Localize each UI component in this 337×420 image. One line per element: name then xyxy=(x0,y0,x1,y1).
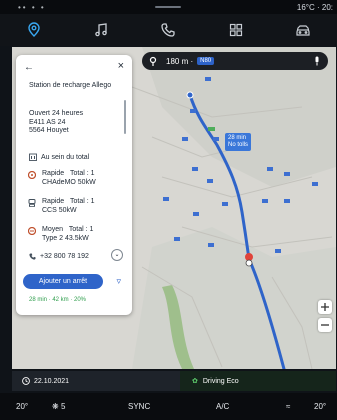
ac-button[interactable]: A/C xyxy=(216,402,229,411)
phone-row[interactable]: +32 800 78 192 xyxy=(29,253,89,260)
plug-row: Rapide Total : 1 CCS 50kW xyxy=(28,198,95,215)
date-widget[interactable]: 22.10.2021 xyxy=(12,371,180,391)
phone-icon xyxy=(161,23,176,37)
plug-speed: Rapide xyxy=(42,170,65,177)
apps-grid-icon xyxy=(229,23,242,37)
back-arrow-icon[interactable]: ← xyxy=(24,62,34,73)
nav-tab-apps[interactable] xyxy=(202,14,269,46)
status-bar: •• • • 16°C · 20: xyxy=(0,0,337,14)
zoom-in-button[interactable] xyxy=(318,300,332,314)
left-temperature[interactable]: 20° xyxy=(16,402,28,411)
eco-mode-label: Driving Eco xyxy=(202,377,239,385)
plus-icon xyxy=(321,303,329,311)
plug-total: Total : 1 xyxy=(68,226,94,233)
zoom-out-button[interactable] xyxy=(318,318,332,332)
plug-row: Moyen Total : 1 Type 2 43.5kW xyxy=(28,226,93,243)
phone-number: +32 800 78 192 xyxy=(40,253,89,260)
route-duration: 28 min xyxy=(228,135,247,141)
fan-control[interactable]: ❋ 5 xyxy=(52,402,65,411)
notification-handle[interactable] xyxy=(155,6,181,8)
plug-total: Total : 1 xyxy=(70,198,95,205)
route-note: No tolls xyxy=(228,142,249,148)
fan-icon: ❋ xyxy=(52,402,59,411)
road-badge: N80 xyxy=(197,57,215,65)
fan-speed: 5 xyxy=(60,402,66,411)
chevron-down-icon[interactable]: ⌄ xyxy=(111,249,123,261)
nav-tab-music[interactable] xyxy=(67,14,134,46)
chademo-plug-icon xyxy=(28,171,36,179)
plug-type: CCS 50kW xyxy=(42,206,77,214)
next-maneuver-distance: 180 m · xyxy=(166,56,194,66)
music-note-icon xyxy=(95,23,107,37)
right-temperature[interactable]: 20° xyxy=(314,402,326,411)
plug-speed: Moyen xyxy=(42,226,64,233)
leaf-icon: ✿ xyxy=(192,378,198,385)
amenity-row: Au sein du total xyxy=(29,153,89,161)
phone-icon xyxy=(29,253,36,260)
climate-bar: 20° ❋ 5 SYNC A/C ≈ 20° xyxy=(0,393,337,420)
minus-icon xyxy=(321,324,329,326)
sync-button[interactable]: SYNC xyxy=(128,402,150,411)
nav-tab-phone[interactable] xyxy=(135,14,202,46)
amenity-label: Au sein du total xyxy=(41,153,90,161)
plug-type: Type 2 43.5kW xyxy=(42,234,89,242)
car-icon xyxy=(296,25,310,36)
building-icon xyxy=(29,153,37,161)
street: E411 AS 24 xyxy=(29,118,66,126)
add-stop-button[interactable]: Ajouter un arrêt xyxy=(23,274,103,289)
ccs-plug-icon xyxy=(28,199,36,207)
clock-icon xyxy=(22,377,30,385)
top-navigation xyxy=(0,14,337,46)
station-address: Ouvert 24 heures E411 AS 24 5564 Houyet xyxy=(29,110,83,136)
plug-total: Total : 1 xyxy=(70,170,95,177)
guidance-bar[interactable]: 180 m · N80 xyxy=(142,52,328,70)
type2-plug-icon xyxy=(28,227,36,235)
card-scrollbar[interactable] xyxy=(124,100,126,134)
infotainment-screen: •• • • 16°C · 20: 180 m · N80 28 min No … xyxy=(0,0,337,420)
city: 5564 Houyet xyxy=(29,127,69,134)
info-bar: 22.10.2021 ✿ Driving Eco xyxy=(12,371,336,391)
route-info-label[interactable]: 28 min No tolls xyxy=(225,133,252,151)
location-pin-icon xyxy=(27,22,40,37)
status-indicators: •• • • xyxy=(18,3,46,12)
microphone-icon[interactable] xyxy=(313,56,321,66)
plug-speed: Rapide xyxy=(42,198,65,205)
opening-hours: Ouvert 24 heures xyxy=(29,110,84,117)
route-pin-icon xyxy=(149,56,157,66)
nav-tab-navigation[interactable] xyxy=(0,14,67,46)
nav-tab-vehicle[interactable] xyxy=(270,14,337,46)
station-name: Station de recharge Allego xyxy=(29,82,112,89)
seat-heat-icon[interactable]: ≈ xyxy=(286,402,290,411)
date-text: 22.10.2021 xyxy=(34,377,70,385)
trip-summary: 28 min · 42 km · 20% xyxy=(29,297,87,303)
filter-icon[interactable]: ▿ xyxy=(116,276,121,287)
plug-row: Rapide Total : 1 CHAdeMO 50kW xyxy=(28,170,96,187)
temperature-time: 16°C · 20: xyxy=(296,3,333,12)
charging-station-card: ← × Station de recharge Allego Ouvert 24… xyxy=(16,55,132,315)
plug-type: CHAdeMO 50kW xyxy=(42,178,96,186)
close-icon[interactable]: × xyxy=(118,60,124,72)
eco-mode-widget[interactable]: ✿ Driving Eco xyxy=(180,371,336,391)
